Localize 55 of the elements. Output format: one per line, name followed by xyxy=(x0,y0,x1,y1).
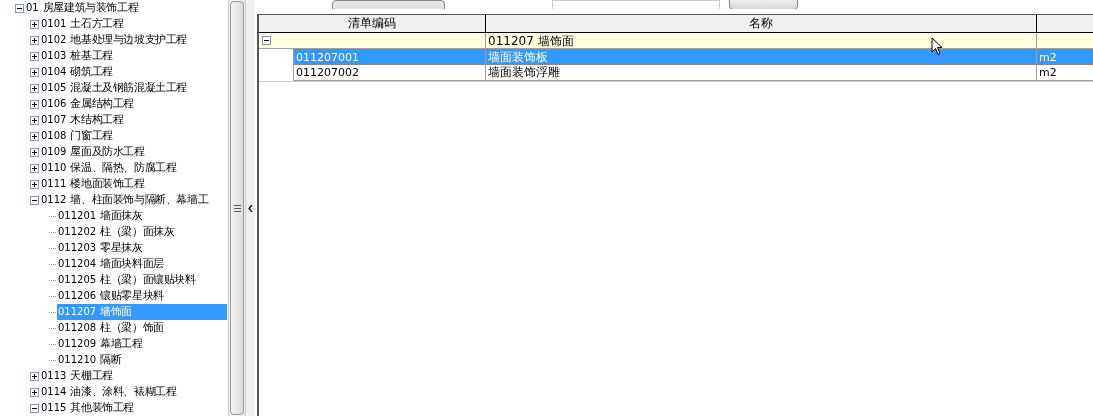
column-header[interactable]: 名称 xyxy=(485,15,1036,32)
expand-icon[interactable] xyxy=(30,99,39,109)
mouse-pointer-icon xyxy=(931,37,943,56)
expand-icon[interactable] xyxy=(30,131,39,141)
expand-icon[interactable] xyxy=(30,83,39,93)
table-cell: 墙面装饰浮雕 xyxy=(485,65,1036,80)
tree-item[interactable]: 011210 隔断 xyxy=(57,352,123,368)
tree-item[interactable]: 0109 屋面及防水工程 xyxy=(40,144,146,160)
tree-item[interactable]: 0107 木结构工程 xyxy=(40,112,125,128)
query-type-dropdown[interactable] xyxy=(332,0,445,9)
tree-item[interactable]: 01 房屋建筑与装饰工程 xyxy=(25,0,140,16)
table-row[interactable]: 011207002 墙面装饰浮雕 m2 xyxy=(293,65,1093,81)
table-cell: m2 xyxy=(1036,65,1093,80)
collapse-icon[interactable] xyxy=(30,403,39,413)
tree-item[interactable]: 011203 零星抹灰 xyxy=(57,240,144,256)
tree-item[interactable]: 0108 门窗工程 xyxy=(40,128,114,144)
tree-item[interactable]: 0112 墙、柱面装饰与隔断、幕墙工 xyxy=(40,192,210,208)
collapse-icon[interactable] xyxy=(15,3,24,13)
tree-item[interactable]: 0111 楼地面装饰工程 xyxy=(40,176,146,192)
expand-icon[interactable] xyxy=(30,147,39,157)
tree-item[interactable]: 0113 天棚工程 xyxy=(40,368,114,384)
tree-item[interactable]: 0102 地基处理与边坡支护工程 xyxy=(40,32,189,48)
tree-item[interactable]: 011202 柱（梁）面抹灰 xyxy=(57,224,176,240)
expand-icon[interactable] xyxy=(30,35,39,45)
query-field[interactable] xyxy=(552,0,720,9)
table-cell: m2 xyxy=(1036,50,1093,64)
column-header[interactable]: 清单编码 xyxy=(259,15,485,32)
grip-icon xyxy=(233,204,241,212)
tree-item[interactable]: 0104 砌筑工程 xyxy=(40,64,114,80)
tree-item[interactable]: 0115 其他装饰工程 xyxy=(40,400,136,416)
tree-item[interactable]: 011208 柱（梁）饰面 xyxy=(57,320,165,336)
tree-item[interactable]: 0110 保温、隔热、防腐工程 xyxy=(40,160,178,176)
table-cell: 011207002 xyxy=(293,65,485,80)
collapse-icon[interactable] xyxy=(30,195,39,205)
expand-icon[interactable] xyxy=(30,115,39,125)
expand-icon[interactable] xyxy=(30,163,39,173)
expand-icon[interactable] xyxy=(30,67,39,77)
tree-item[interactable]: 0106 金属结构工程 xyxy=(40,96,136,112)
expand-icon[interactable] xyxy=(30,371,39,381)
tree-item[interactable]: 0114 油漆、涂料、裱糊工程 xyxy=(40,384,178,400)
tree-item[interactable]: 011206 镶贴零星块料 xyxy=(57,288,165,304)
expand-icon[interactable] xyxy=(30,19,39,29)
table-cell: 011207001 xyxy=(293,50,485,64)
expand-icon[interactable] xyxy=(30,51,39,61)
tree-item[interactable]: 0101 土石方工程 xyxy=(40,16,125,32)
tree-item[interactable]: 0103 桩基工程 xyxy=(40,48,114,64)
expand-icon[interactable] xyxy=(30,387,39,397)
tree-item[interactable]: 011209 幕墙工程 xyxy=(57,336,144,352)
collapse-left-icon[interactable] xyxy=(248,204,253,212)
tree-item[interactable]: 011205 柱（梁）面镶贴块料 xyxy=(57,272,197,288)
tree-item[interactable]: 011201 墙面抹灰 xyxy=(57,208,144,224)
collapse-icon[interactable] xyxy=(262,36,271,45)
expand-icon[interactable] xyxy=(30,179,39,189)
tree-item[interactable]: 0105 混凝土及钢筋混凝土工程 xyxy=(40,80,189,96)
tree-item[interactable]: 011204 墙面块料面层 xyxy=(57,256,165,272)
